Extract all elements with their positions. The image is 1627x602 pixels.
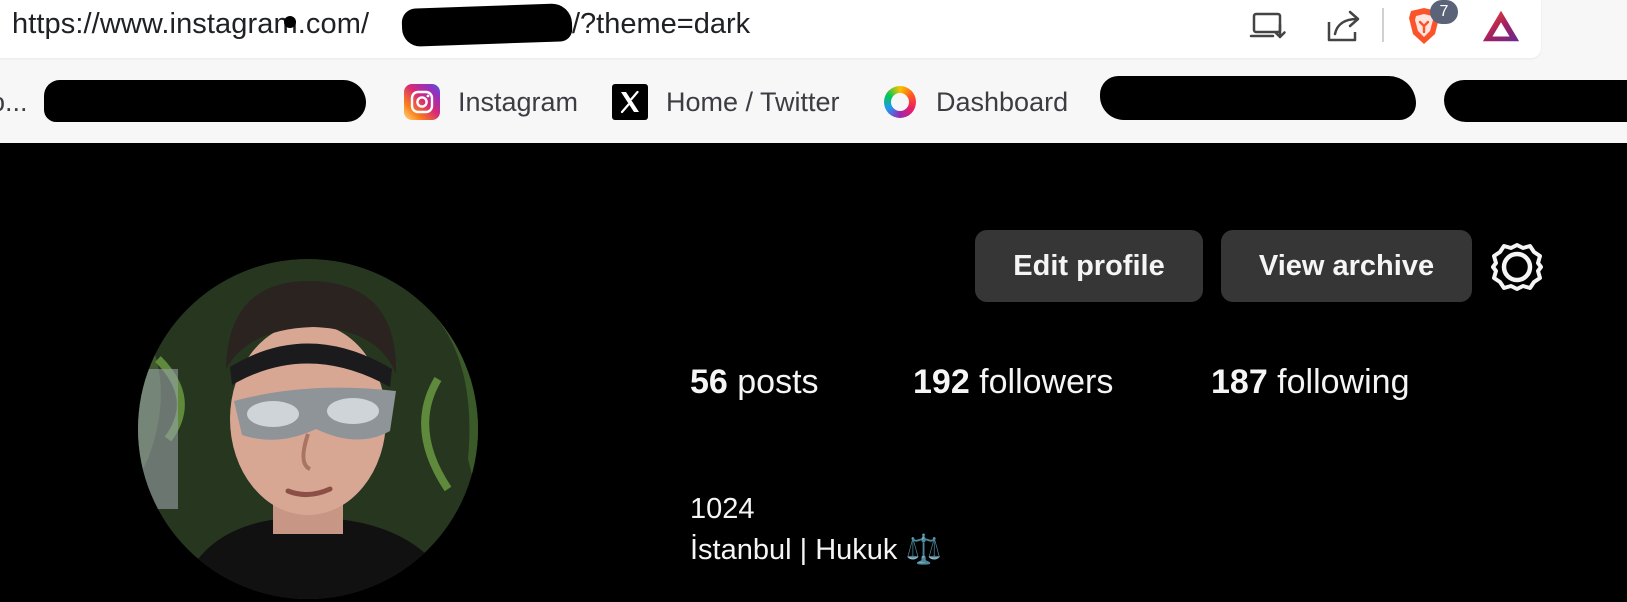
following-count: 187 — [1211, 363, 1268, 401]
redaction-mark — [284, 16, 296, 28]
bookmark-overflow-label: o... — [0, 86, 28, 117]
shields-badge: 7 — [1430, 0, 1458, 24]
following-stat[interactable]: 187 following — [1211, 363, 1409, 409]
redacted-bookmark — [44, 80, 366, 122]
bio-line-1: 1024 — [690, 493, 755, 525]
posts-stat: 56 posts — [690, 363, 819, 409]
bookmark-dashboard[interactable]: Dashboard — [882, 72, 1068, 132]
followers-stat[interactable]: 192 followers — [913, 363, 1113, 409]
share-icon[interactable] — [1324, 6, 1364, 46]
profile-avatar[interactable] — [138, 259, 478, 599]
edit-profile-button[interactable]: Edit profile — [975, 230, 1203, 302]
view-archive-button[interactable]: View archive — [1221, 230, 1472, 302]
bookmark-label: Home / Twitter — [666, 86, 840, 117]
posts-label: posts — [727, 363, 819, 401]
address-bar[interactable]: https://www.instagram.com/ /?theme=dark — [0, 0, 1541, 58]
brave-rewards-icon[interactable] — [1481, 6, 1521, 46]
gear-icon[interactable] — [1490, 240, 1544, 294]
redacted-username — [401, 3, 573, 47]
bio-line-2: İstanbul | Hukuk ⚖️ — [690, 534, 942, 566]
redacted-bookmark — [1444, 80, 1627, 122]
toolbar-separator — [1382, 8, 1384, 42]
bookmark-label: Dashboard — [936, 86, 1069, 117]
url-prefix: https://www.instagram.com/ — [12, 8, 370, 40]
x-twitter-icon — [612, 84, 648, 120]
posts-count: 56 — [690, 363, 728, 401]
install-app-icon[interactable] — [1248, 6, 1288, 46]
bookmarks-bar: o... Instagram Home / Twitter — [0, 72, 1627, 132]
browser-chrome: https://www.instagram.com/ /?theme=dark — [0, 0, 1627, 143]
url-suffix: /?theme=dark — [572, 8, 751, 40]
dashboard-ring-icon — [882, 84, 918, 120]
bookmark-label: Instagram — [458, 86, 579, 117]
instagram-icon — [404, 84, 440, 120]
bookmark-overflow[interactable]: o... — [0, 72, 28, 132]
followers-count: 192 — [913, 363, 970, 401]
followers-label: followers — [969, 363, 1114, 401]
bookmark-instagram[interactable]: Instagram — [404, 72, 578, 132]
bookmark-twitter[interactable]: Home / Twitter — [612, 72, 840, 132]
redacted-bookmark — [1100, 76, 1416, 120]
following-label: following — [1267, 363, 1410, 401]
